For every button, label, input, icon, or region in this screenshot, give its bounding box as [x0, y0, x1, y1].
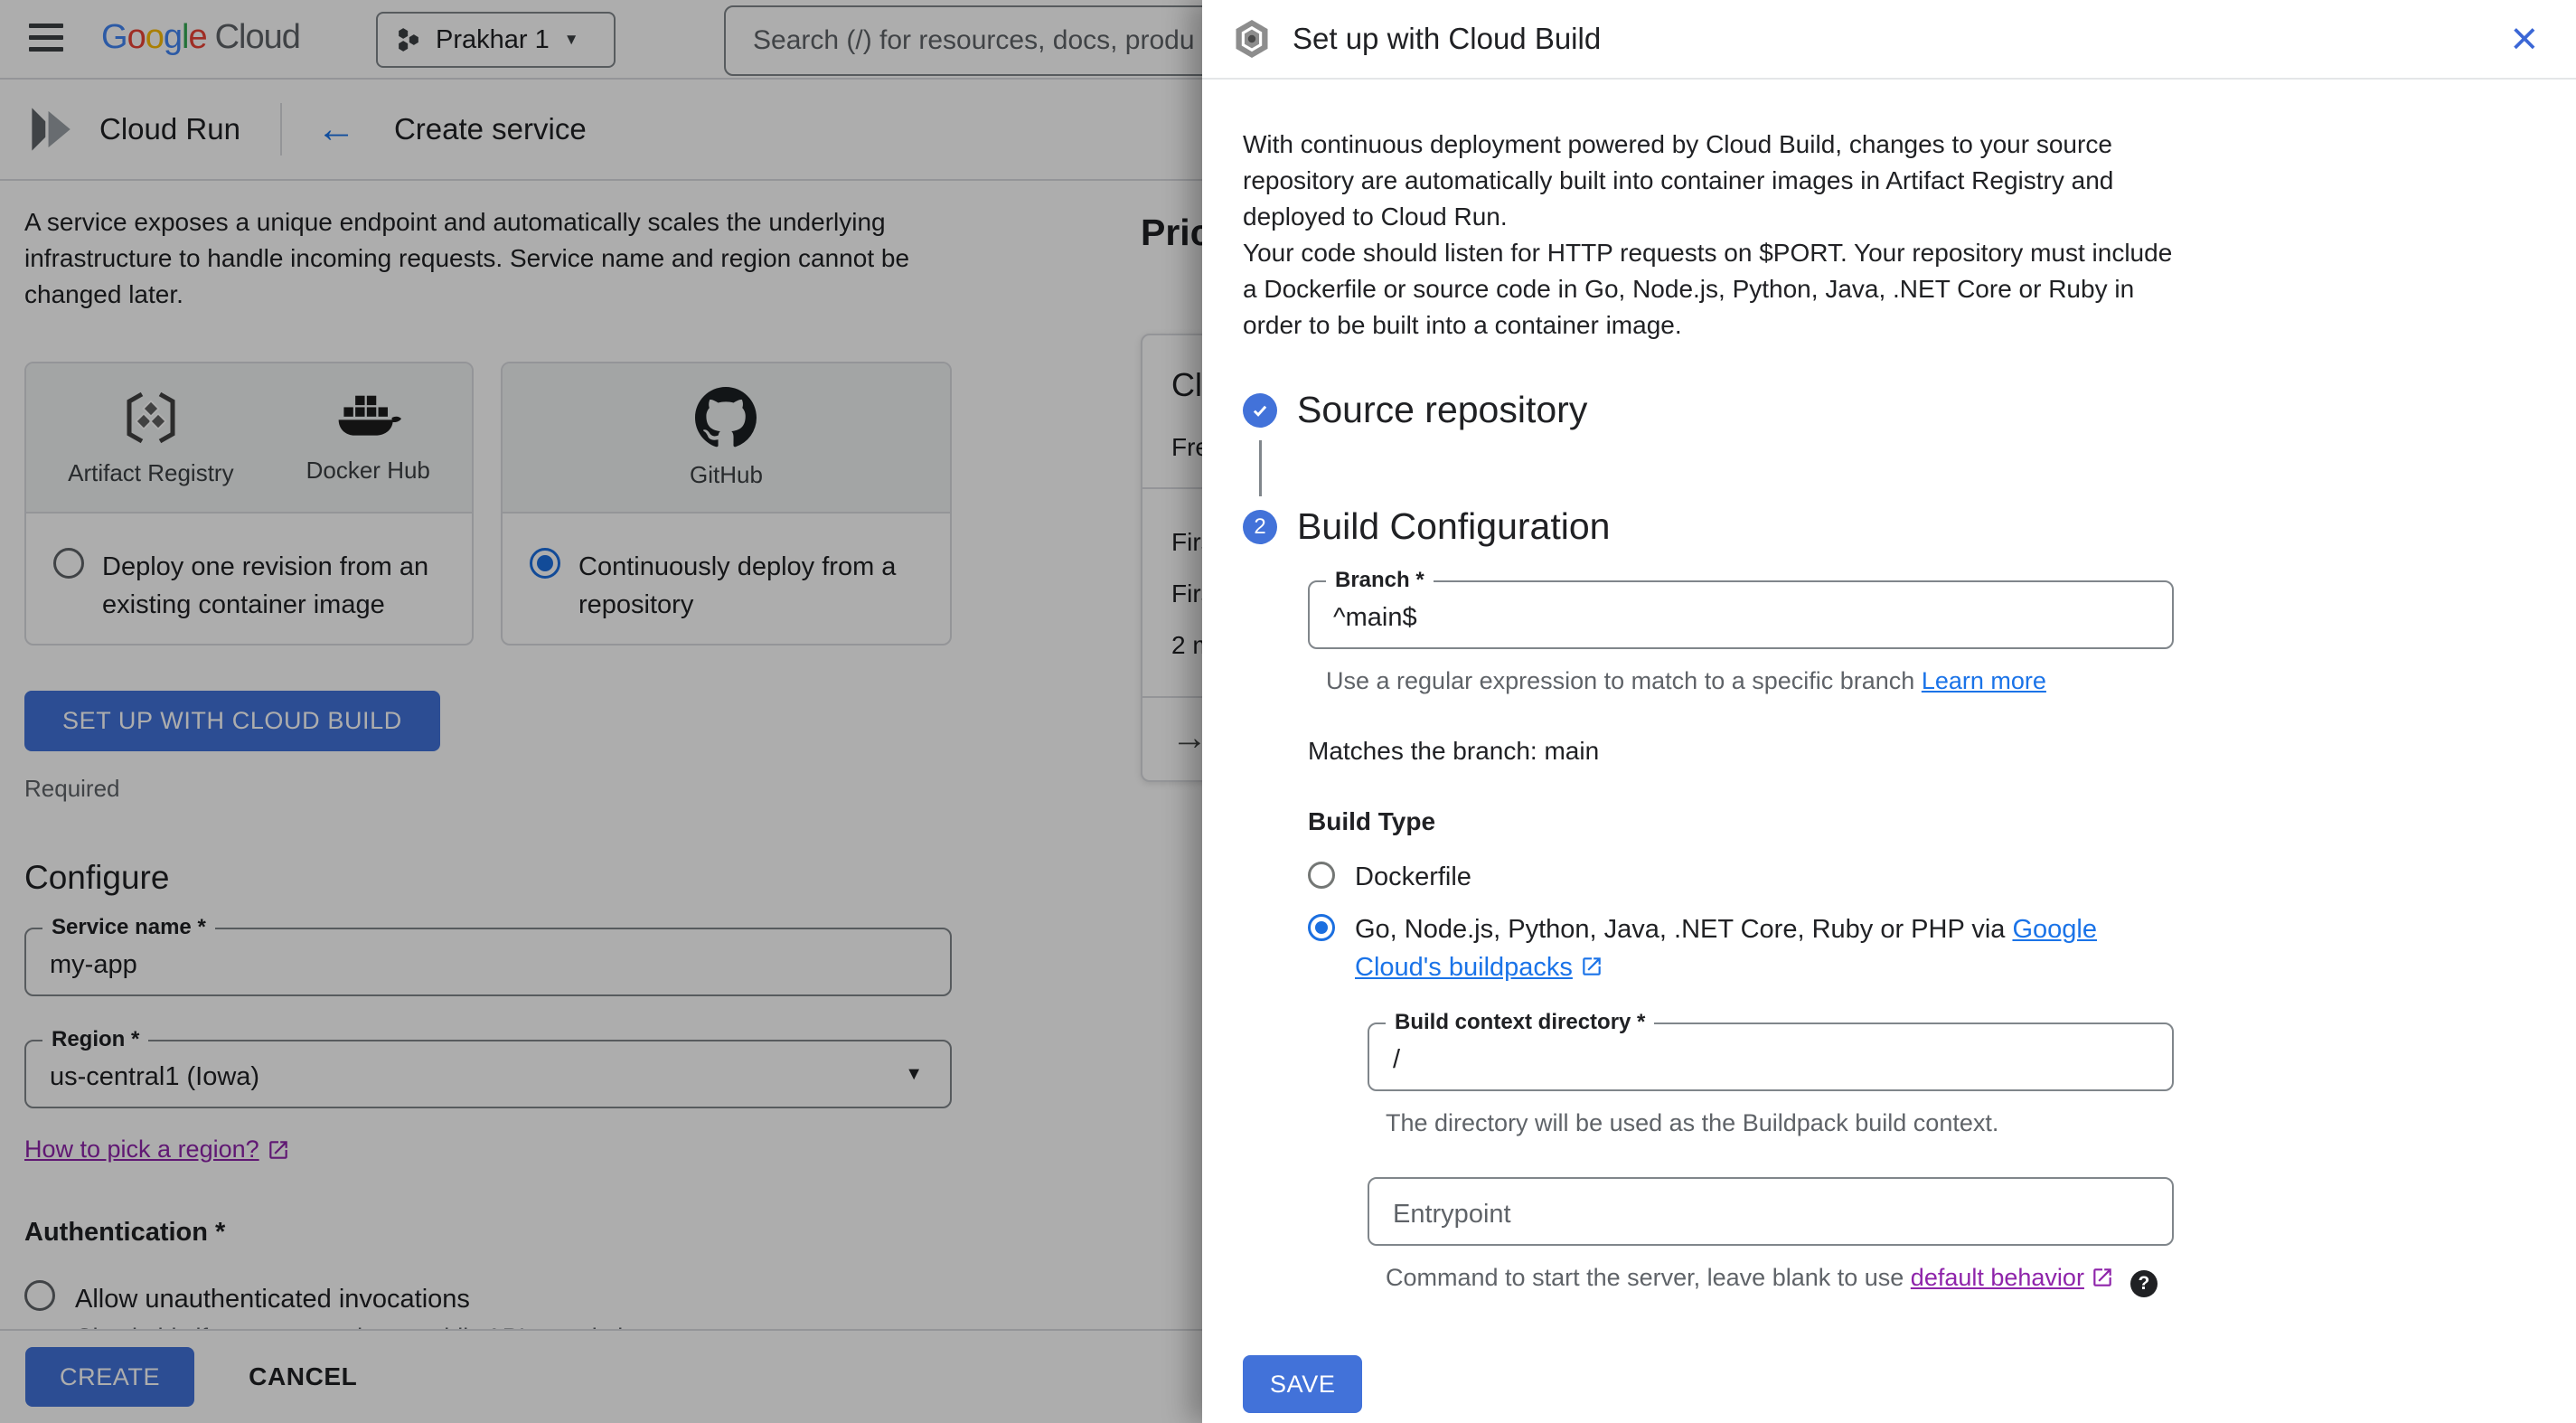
branch-match-text: Matches the branch: main	[1308, 737, 1600, 765]
cloud-build-panel: Set up with Cloud Build × With continuou…	[1202, 0, 2576, 1423]
branch-input[interactable]	[1310, 582, 2172, 647]
step-number-badge: 2	[1243, 509, 1277, 544]
build-configuration-form: Branch * Use a regular expression to mat…	[1243, 568, 2535, 1297]
build-context-field: Build context directory *	[1368, 1010, 2174, 1091]
step-connector	[1259, 440, 1262, 496]
branch-helper-text: Use a regular expression to match to a s…	[1326, 667, 1922, 694]
entrypoint-input[interactable]	[1369, 1179, 2172, 1244]
radio-selected-icon[interactable]	[1308, 914, 1335, 941]
branch-helper: Use a regular expression to match to a s…	[1308, 667, 2535, 695]
step-check-icon	[1243, 392, 1277, 428]
modal-scrim	[0, 0, 1202, 1423]
entrypoint-helper-text: Command to start the server, leave blank…	[1386, 1264, 1911, 1291]
panel-body: With continuous deployment powered by Cl…	[1202, 80, 2576, 1413]
option-dockerfile[interactable]: Dockerfile	[1308, 858, 2535, 896]
buildpacks-options: Build context directory * The directory …	[1368, 1010, 2535, 1297]
external-link-icon	[1583, 957, 1601, 975]
build-context-label: Build context directory *	[1386, 1010, 1655, 1035]
default-behavior-link[interactable]: default behavior	[1911, 1264, 2084, 1291]
step-title: Build Configuration	[1297, 505, 1611, 547]
panel-description-1: With continuous deployment powered by Cl…	[1243, 130, 2114, 231]
build-type-heading: Build Type	[1308, 807, 1436, 835]
close-icon[interactable]: ×	[2511, 15, 2538, 62]
step-build-configuration[interactable]: 2 Build Configuration	[1243, 505, 2535, 548]
learn-more-link[interactable]: Learn more	[1922, 667, 2046, 694]
radio-unselected-icon[interactable]	[1308, 862, 1335, 889]
step-title: Source repository	[1297, 389, 1588, 430]
entrypoint-field	[1368, 1177, 2174, 1246]
branch-label: Branch *	[1326, 568, 1434, 593]
panel-header: Set up with Cloud Build ×	[1202, 0, 2576, 80]
option-buildpacks[interactable]: Go, Node.js, Python, Java, .NET Core, Ru…	[1308, 910, 2535, 986]
panel-title: Set up with Cloud Build	[1293, 22, 1602, 55]
option-label: Go, Node.js, Python, Java, .NET Core, Ru…	[1355, 910, 2168, 986]
external-link-icon	[2093, 1268, 2112, 1286]
option-label: Dockerfile	[1355, 862, 1471, 891]
entrypoint-helper: Command to start the server, leave blank…	[1368, 1264, 2535, 1297]
build-context-helper: The directory will be used as the Buildp…	[1386, 1109, 1999, 1136]
step-source-repository[interactable]: Source repository	[1243, 389, 2535, 431]
option-label-text: Go, Node.js, Python, Java, .NET Core, Ru…	[1355, 915, 2013, 944]
screen: GoogleCloud Prakhar 1 ▼ Cloud Run ← Crea…	[0, 0, 2576, 1423]
cloud-build-icon	[1236, 20, 1268, 58]
help-icon[interactable]: ?	[2129, 1270, 2158, 1297]
save-button[interactable]: SAVE	[1243, 1355, 1363, 1413]
branch-field: Branch *	[1308, 568, 2174, 649]
panel-description-2: Your code should listen for HTTP request…	[1243, 239, 2173, 339]
